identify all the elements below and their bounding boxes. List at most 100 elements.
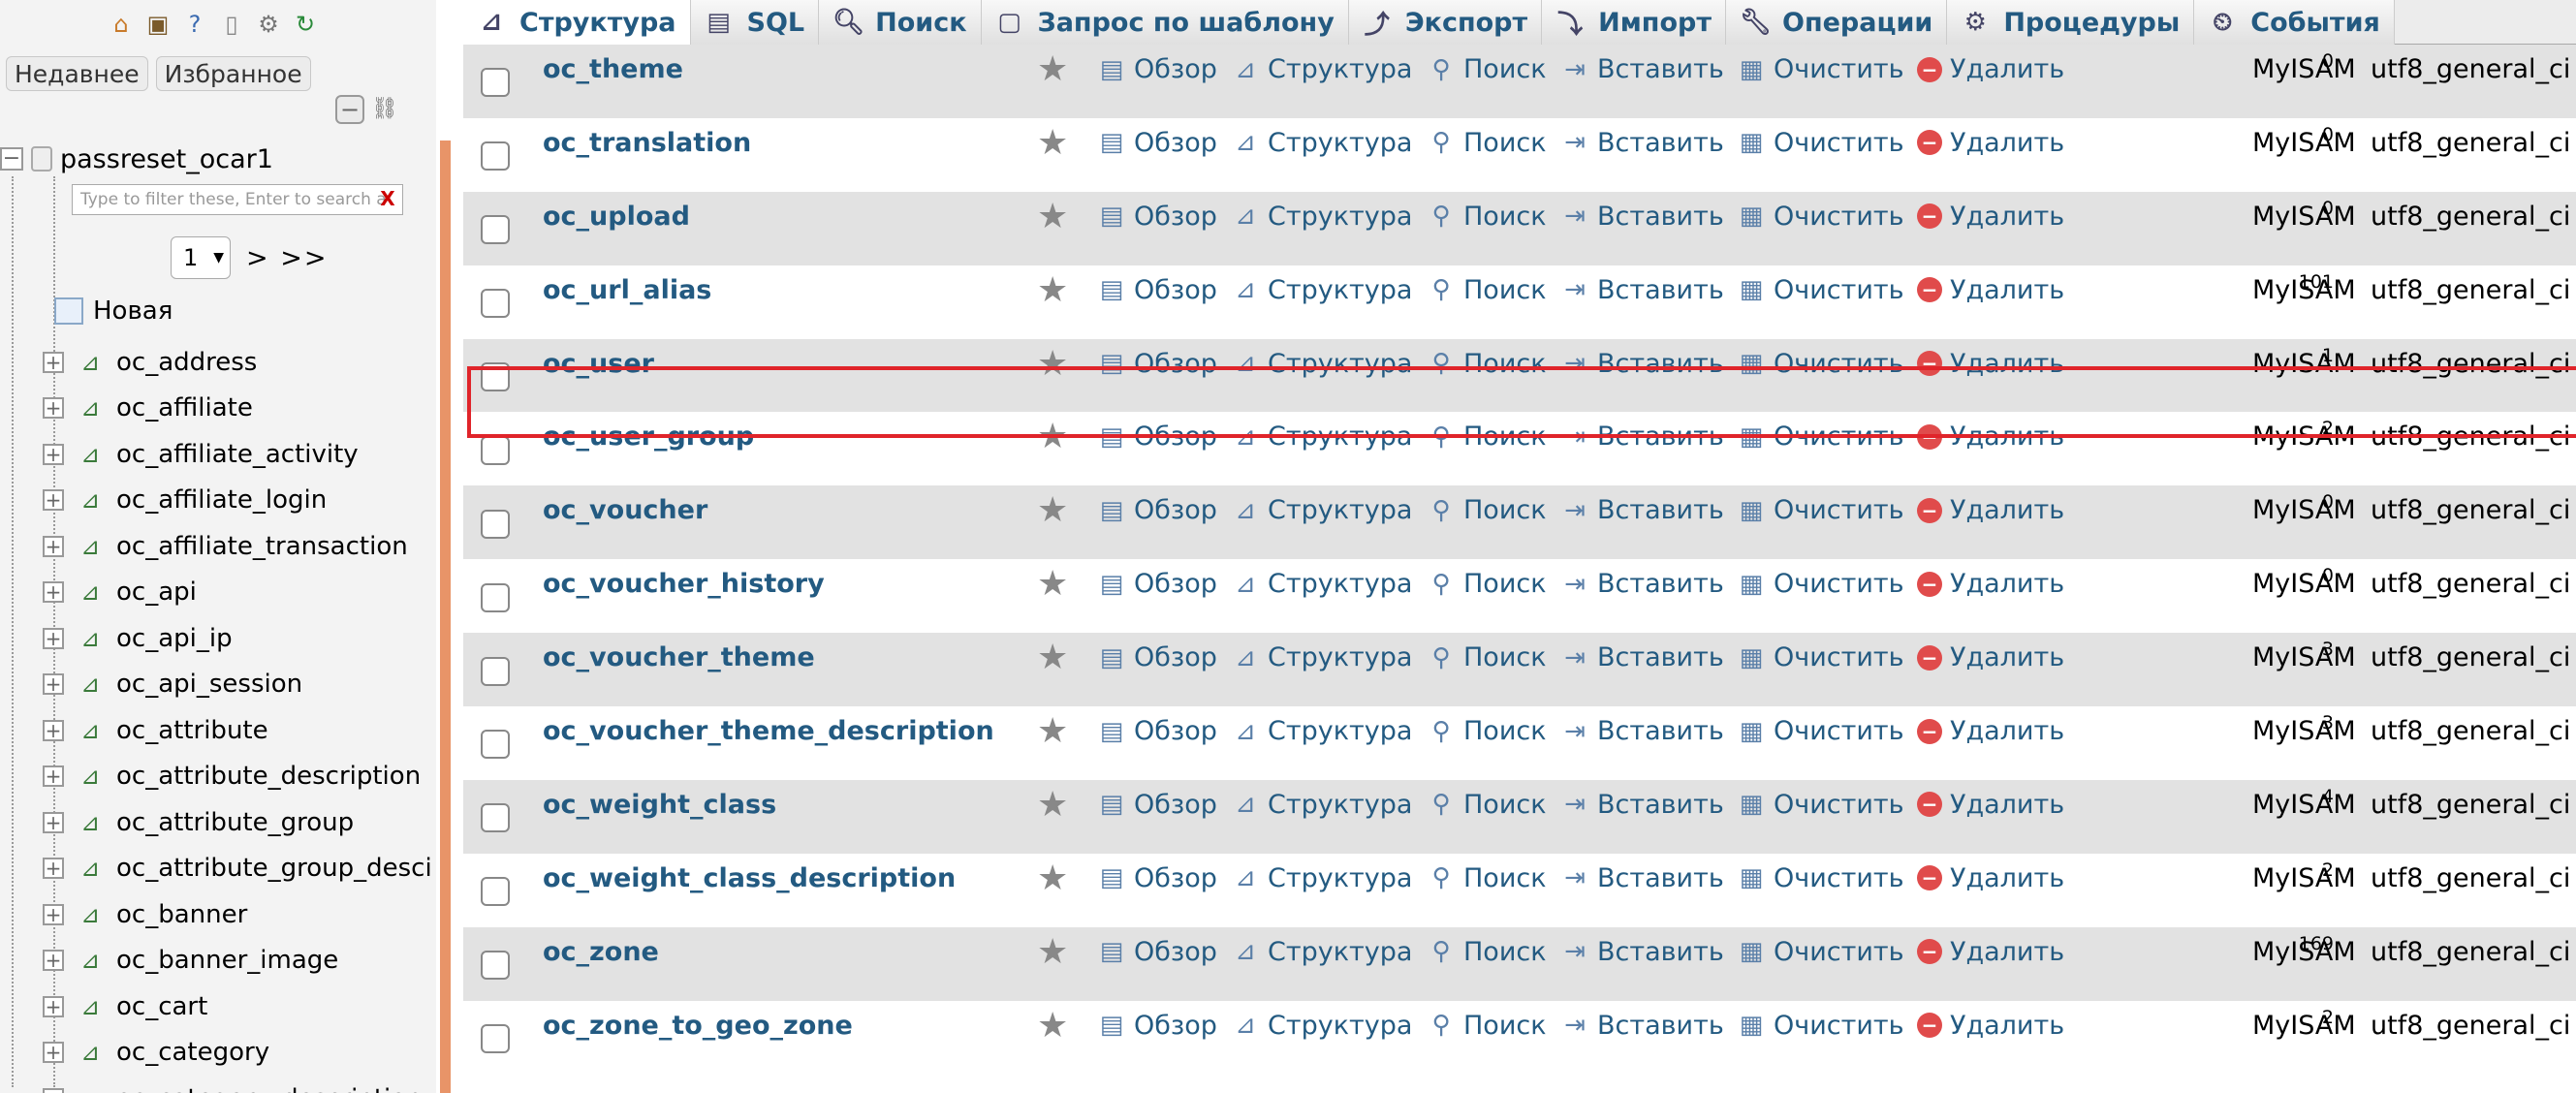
browse-action[interactable]: ▤ Обзор	[1097, 790, 1217, 820]
table-name-link[interactable]: oc_user_group	[543, 422, 754, 452]
structure-action[interactable]: ⊿ Структура	[1231, 422, 1412, 452]
search-action[interactable]: ⚲ Поиск	[1427, 642, 1546, 672]
tab-sql[interactable]: ▤ SQL	[690, 0, 820, 45]
drop-action[interactable]: − Удалить	[1917, 569, 2064, 599]
expand-table-icon[interactable]: +	[43, 719, 64, 741]
table-structure-icon[interactable]: ⊿	[78, 809, 103, 836]
sidebar-table-item[interactable]: + ⊿ oc_api	[0, 570, 436, 616]
expand-table-icon[interactable]: +	[43, 673, 64, 696]
sidebar-table-item[interactable]: + ⊿ oc_affiliate_activity	[0, 431, 436, 478]
row-checkbox[interactable]	[481, 215, 510, 245]
empty-action[interactable]: ▦ Очистить	[1737, 937, 1904, 967]
empty-action[interactable]: ▦ Очистить	[1737, 863, 1904, 893]
search-action[interactable]: ⚲ Поиск	[1427, 495, 1546, 525]
table-structure-icon[interactable]: ⊿	[78, 947, 103, 974]
structure-action[interactable]: ⊿ Структура	[1231, 937, 1412, 967]
next-page-link[interactable]: > >>	[246, 243, 328, 273]
sidebar-table-item[interactable]: + ⊿ oc_affiliate	[0, 386, 436, 432]
empty-action[interactable]: ▦ Очистить	[1737, 349, 1904, 379]
table-name-link[interactable]: oc_weight_class	[543, 790, 776, 820]
sidebar-table-name[interactable]: oc_attribute_group	[116, 808, 354, 837]
expand-table-icon[interactable]: +	[43, 811, 64, 833]
expand-table-icon[interactable]: +	[43, 443, 64, 465]
drop-action[interactable]: − Удалить	[1917, 422, 2064, 452]
table-name-link[interactable]: oc_voucher	[543, 495, 707, 525]
expand-table-icon[interactable]: +	[43, 489, 64, 512]
drop-action[interactable]: − Удалить	[1917, 128, 2064, 158]
tab-routines[interactable]: ⚙ Процедуры	[1947, 0, 2195, 45]
browse-action[interactable]: ▤ Обзор	[1097, 275, 1217, 305]
row-checkbox[interactable]	[481, 509, 510, 539]
sidebar-table-name[interactable]: oc_affiliate	[116, 393, 253, 422]
insert-action[interactable]: ⇥ Вставить	[1560, 642, 1724, 672]
insert-action[interactable]: ⇥ Вставить	[1560, 1011, 1724, 1041]
table-structure-icon[interactable]: ⊿	[78, 394, 103, 422]
tab-import[interactable]: ⤵ Импорт	[1542, 0, 1726, 45]
browse-action[interactable]: ▤ Обзор	[1097, 937, 1217, 967]
sidebar-table-name[interactable]: oc_banner_image	[116, 946, 338, 975]
sidebar-table-name[interactable]: oc_attribute_group_desci	[116, 854, 432, 883]
structure-action[interactable]: ⊿ Структура	[1231, 202, 1412, 232]
expand-table-icon[interactable]: +	[43, 765, 64, 788]
browse-action[interactable]: ▤ Обзор	[1097, 202, 1217, 232]
new-table-item[interactable]: Новая	[54, 294, 173, 328]
sidebar-table-item[interactable]: + ⊿ oc_api_ip	[0, 615, 436, 662]
table-structure-icon[interactable]: ⊿	[78, 578, 103, 606]
tab-label[interactable]: Импорт	[1598, 8, 1712, 38]
table-name-link[interactable]: oc_url_alias	[543, 275, 711, 305]
expand-table-icon[interactable]: +	[43, 351, 64, 373]
search-action[interactable]: ⚲ Поиск	[1427, 54, 1546, 84]
search-action[interactable]: ⚲ Поиск	[1427, 275, 1546, 305]
search-action[interactable]: ⚲ Поиск	[1427, 1011, 1546, 1041]
sidebar-table-name[interactable]: oc_cart	[116, 992, 207, 1021]
favorite-star-icon[interactable]: ★	[1037, 787, 1068, 823]
table-name-link[interactable]: oc_zone_to_geo_zone	[543, 1011, 853, 1041]
structure-action[interactable]: ⊿ Структура	[1231, 642, 1412, 672]
sidebar-table-item[interactable]: + ⊿ oc_cart	[0, 984, 436, 1030]
insert-action[interactable]: ⇥ Вставить	[1560, 790, 1724, 820]
browse-action[interactable]: ▤ Обзор	[1097, 54, 1217, 84]
structure-action[interactable]: ⊿ Структура	[1231, 716, 1412, 746]
table-structure-icon[interactable]: ⊿	[78, 625, 103, 652]
sidebar-table-name[interactable]: oc_affiliate_activity	[116, 440, 359, 469]
sidebar-table-item[interactable]: + ⊿ oc_affiliate_transaction	[0, 523, 436, 570]
search-action[interactable]: ⚲ Поиск	[1427, 422, 1546, 452]
row-checkbox[interactable]	[481, 877, 510, 907]
empty-action[interactable]: ▦ Очистить	[1737, 1011, 1904, 1041]
search-action[interactable]: ⚲ Поиск	[1427, 863, 1546, 893]
favorite-star-icon[interactable]: ★	[1037, 860, 1068, 896]
empty-action[interactable]: ▦ Очистить	[1737, 716, 1904, 746]
empty-action[interactable]: ▦ Очистить	[1737, 128, 1904, 158]
row-checkbox[interactable]	[481, 656, 510, 686]
row-checkbox[interactable]	[481, 289, 510, 319]
tab-label[interactable]: SQL	[747, 8, 805, 38]
empty-action[interactable]: ▦ Очистить	[1737, 495, 1904, 525]
row-checkbox[interactable]	[481, 951, 510, 981]
tab-label[interactable]: Структура	[519, 8, 676, 38]
new-table-label[interactable]: Новая	[93, 297, 173, 326]
search-action[interactable]: ⚲ Поиск	[1427, 202, 1546, 232]
sidebar-table-item[interactable]: + ⊿ oc_attribute_group	[0, 799, 436, 846]
sidebar-table-name[interactable]: oc_api_session	[116, 670, 302, 699]
drop-action[interactable]: − Удалить	[1917, 275, 2064, 305]
structure-action[interactable]: ⊿ Структура	[1231, 275, 1412, 305]
logout-icon[interactable]: ▣	[143, 10, 173, 39]
tab-structure[interactable]: ⊿ Структура	[463, 0, 691, 45]
favorite-star-icon[interactable]: ★	[1037, 346, 1068, 382]
favorite-star-icon[interactable]: ★	[1037, 640, 1068, 675]
table-structure-icon[interactable]: ⊿	[78, 763, 103, 790]
sidebar-table-item[interactable]: + ⊿ oc_banner	[0, 891, 436, 938]
drop-action[interactable]: − Удалить	[1917, 863, 2064, 893]
row-checkbox[interactable]	[481, 141, 510, 172]
empty-action[interactable]: ▦ Очистить	[1737, 790, 1904, 820]
empty-action[interactable]: ▦ Очистить	[1737, 422, 1904, 452]
sidebar-table-name[interactable]: oc_attribute_description	[116, 762, 421, 791]
tab-clock[interactable]: ⏲ События	[2194, 0, 2395, 45]
table-name-link[interactable]: oc_zone	[543, 937, 659, 967]
browse-action[interactable]: ▤ Обзор	[1097, 422, 1217, 452]
structure-action[interactable]: ⊿ Структура	[1231, 569, 1412, 599]
tab-label[interactable]: Процедуры	[2003, 8, 2180, 38]
tab-label[interactable]: Поиск	[875, 8, 966, 38]
table-name-link[interactable]: oc_voucher_theme	[543, 642, 815, 672]
browse-action[interactable]: ▤ Обзор	[1097, 863, 1217, 893]
